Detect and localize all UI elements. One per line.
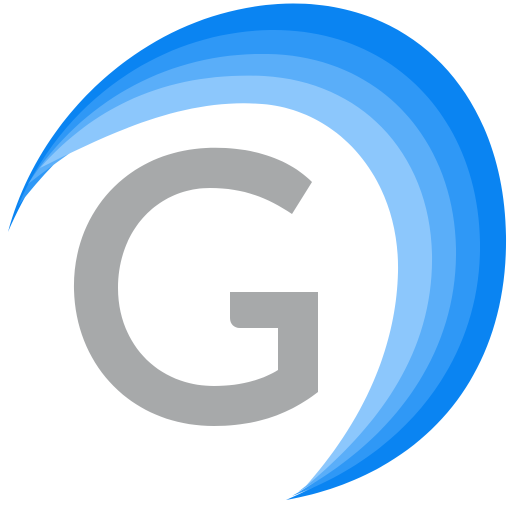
g-swirl-logo-icon: G bbox=[8, 3, 507, 501]
letter-g-shape bbox=[73, 147, 318, 426]
logo-container: G bbox=[0, 0, 512, 512]
swirl-group bbox=[8, 3, 507, 501]
